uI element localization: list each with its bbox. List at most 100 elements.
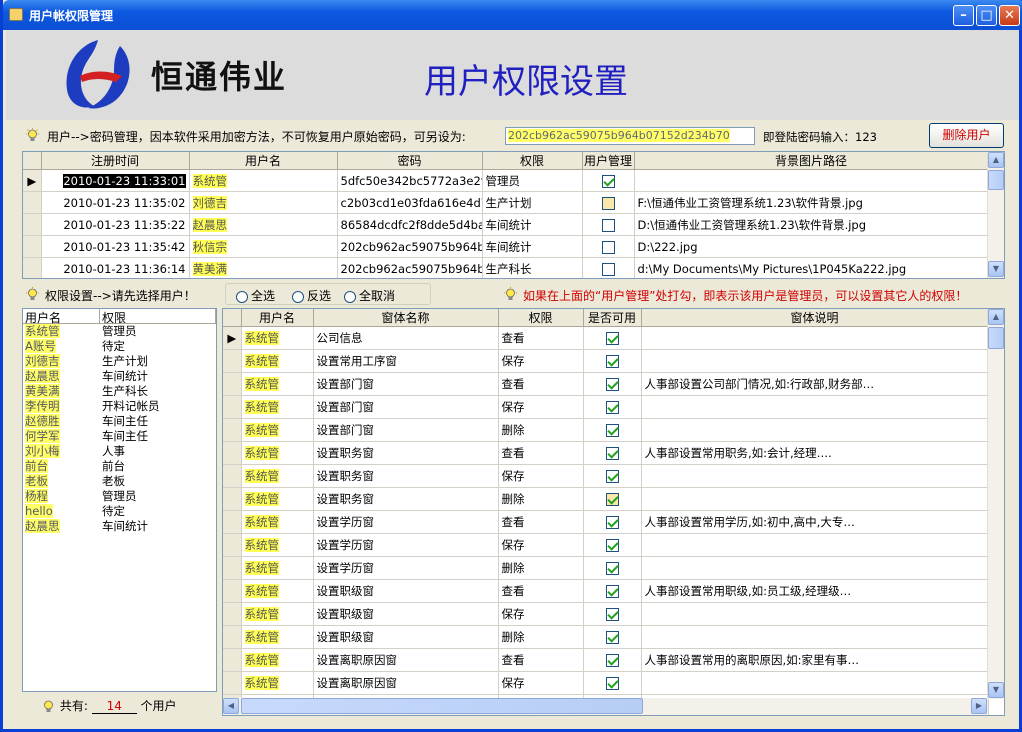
- cell-form-desc[interactable]: 人事部设置常用的离职原因,如:家里有事…: [641, 648, 989, 672]
- scroll-right-icon[interactable]: ▶: [971, 698, 987, 714]
- col-form-name[interactable]: 窗体名称: [313, 309, 499, 327]
- col-enabled[interactable]: 是否可用: [583, 309, 642, 327]
- title-bar[interactable]: 用户帐权限管理 – □ ✕: [3, 0, 1022, 30]
- users-grid-scrollbar[interactable]: ▲ ▼: [987, 152, 1004, 278]
- scroll-left-icon[interactable]: ◀: [223, 698, 239, 714]
- cell-username[interactable]: 刘德吉: [189, 191, 338, 214]
- permissions-grid[interactable]: 用户名 窗体名称 权限 是否可用 窗体说明 ▶ 系统管 公司信息 查看 系统管 设置常用工…: [222, 308, 1005, 716]
- cell-register-time[interactable]: 2010-01-23 11:35:22: [41, 213, 190, 236]
- table-row[interactable]: 系统管 设置职务窗 查看 人事部设置常用职务,如:会计,经理….: [223, 441, 989, 465]
- scroll-down-icon[interactable]: ▼: [988, 261, 1004, 277]
- table-row[interactable]: 系统管 设置离职原因窗 保存: [223, 671, 989, 695]
- col-perm-user[interactable]: 用户名: [241, 309, 314, 327]
- cell-enabled-checkbox[interactable]: [583, 395, 642, 419]
- cell-form-name[interactable]: 设置部门窗: [313, 418, 499, 442]
- table-row[interactable]: 2010-01-23 11:35:42 秋信宗 202cb962ac59075b96…: [23, 235, 989, 258]
- row-selector[interactable]: [23, 191, 42, 214]
- table-row[interactable]: 系统管 设置离职原因窗 查看 人事部设置常用的离职原因,如:家里有事…: [223, 648, 989, 672]
- cell-form-name[interactable]: 设置职级窗: [313, 579, 499, 603]
- cell-password[interactable]: 86584dcdfc2f8dde5d4ba87: [337, 213, 483, 236]
- hscroll-thumb[interactable]: [241, 698, 643, 714]
- cell-form-name[interactable]: 设置部门窗: [313, 372, 499, 396]
- cell-form-desc[interactable]: 人事部设置公司部门情况,如:行政部,财务部…: [641, 372, 989, 396]
- cell-form-desc[interactable]: [641, 625, 989, 649]
- radio-invert[interactable]: 反选: [292, 287, 331, 304]
- col-register-time[interactable]: 注册时间: [41, 152, 190, 170]
- table-row[interactable]: 系统管 设置职务窗 删除: [223, 487, 989, 511]
- cell-perm-user[interactable]: 系统管: [241, 556, 314, 580]
- cell-form-desc[interactable]: [641, 533, 989, 557]
- cell-permission[interactable]: 保存: [498, 533, 584, 557]
- cell-perm-user[interactable]: 系统管: [241, 418, 314, 442]
- cell-admin-checkbox[interactable]: [582, 213, 635, 236]
- cell-enabled-checkbox[interactable]: [583, 533, 642, 557]
- table-row[interactable]: 系统管 设置学历窗 保存: [223, 533, 989, 557]
- cell-form-name[interactable]: 设置职级窗: [313, 625, 499, 649]
- cell-role[interactable]: 生产计划: [482, 191, 583, 214]
- cell-username[interactable]: 黄美满: [189, 257, 338, 278]
- cell-enabled-checkbox[interactable]: [583, 372, 642, 396]
- list-item[interactable]: 赵晨思 车间统计: [23, 519, 216, 534]
- row-selector[interactable]: [223, 579, 242, 603]
- row-selector[interactable]: [223, 372, 242, 396]
- cell-form-name[interactable]: 设置离职原因窗: [313, 671, 499, 695]
- cell-register-time[interactable]: 2010-01-23 11:33:01: [41, 169, 190, 192]
- list-item[interactable]: 黄美满 生产科长: [23, 384, 216, 399]
- cell-password[interactable]: c2b03cd1e03fda616e4d786: [337, 191, 483, 214]
- cell-bg-path[interactable]: d:\My Documents\My Pictures\1P045Ka222.j…: [634, 257, 989, 278]
- cell-enabled-checkbox[interactable]: [583, 625, 642, 649]
- col-user-admin[interactable]: 用户管理: [582, 152, 635, 170]
- cell-permission[interactable]: 保存: [498, 395, 584, 419]
- list-item[interactable]: 刘小梅 人事: [23, 444, 216, 459]
- table-row[interactable]: ▶ 2010-01-23 11:33:01 系统管 5dfc50e342bc5772a…: [23, 169, 989, 192]
- cell-enabled-checkbox[interactable]: [583, 510, 642, 534]
- table-row[interactable]: 系统管 设置学历窗 删除: [223, 556, 989, 580]
- cell-permission[interactable]: 查看: [498, 579, 584, 603]
- table-row[interactable]: 系统管 设置部门窗 保存: [223, 395, 989, 419]
- row-selector[interactable]: [223, 464, 242, 488]
- row-selector[interactable]: [223, 625, 242, 649]
- cell-enabled-checkbox[interactable]: [583, 349, 642, 373]
- row-selector[interactable]: [23, 235, 42, 258]
- row-selector[interactable]: [223, 510, 242, 534]
- list-item[interactable]: 系统管 管理员: [23, 324, 216, 339]
- col-permission[interactable]: 权限: [498, 309, 584, 327]
- user-list[interactable]: 用户名 权限 系统管 管理员 A账号 待定 刘德吉 生产计划 赵晨思 车间统计 黄美满 生产科长李…: [22, 308, 217, 692]
- cell-password[interactable]: 202cb962ac59075b964b071: [337, 235, 483, 258]
- cell-permission[interactable]: 删除: [498, 625, 584, 649]
- cell-enabled-checkbox[interactable]: [583, 579, 642, 603]
- cell-permission[interactable]: 查看: [498, 441, 584, 465]
- cell-permission[interactable]: 保存: [498, 602, 584, 626]
- cell-perm-user[interactable]: 系统管: [241, 602, 314, 626]
- table-row[interactable]: 系统管 设置职级窗 保存: [223, 602, 989, 626]
- row-selector[interactable]: [223, 533, 242, 557]
- cell-form-name[interactable]: 设置职级窗: [313, 602, 499, 626]
- cell-perm-user[interactable]: 系统管: [241, 625, 314, 649]
- close-icon[interactable]: ✕: [999, 5, 1020, 26]
- table-row[interactable]: ▶ 系统管 公司信息 查看: [223, 326, 989, 350]
- cell-username[interactable]: 秋信宗: [189, 235, 338, 258]
- maximize-icon[interactable]: □: [976, 5, 997, 26]
- cell-form-desc[interactable]: [641, 556, 989, 580]
- row-selector[interactable]: [223, 487, 242, 511]
- table-row[interactable]: 系统管 设置职级窗 删除: [223, 625, 989, 649]
- cell-enabled-checkbox[interactable]: [583, 326, 642, 350]
- cell-form-name[interactable]: 设置部门窗: [313, 395, 499, 419]
- row-selector[interactable]: ▶: [223, 326, 242, 350]
- cell-register-time[interactable]: 2010-01-23 11:35:02: [41, 191, 190, 214]
- cell-permission[interactable]: 删除: [498, 418, 584, 442]
- cell-perm-user[interactable]: 系统管: [241, 671, 314, 695]
- cell-permission[interactable]: 查看: [498, 648, 584, 672]
- cell-form-desc[interactable]: 人事部设置常用学历,如:初中,高中,大专…: [641, 510, 989, 534]
- table-row[interactable]: 2010-01-23 11:35:02 刘德吉 c2b03cd1e03fda616e…: [23, 191, 989, 214]
- row-selector[interactable]: [223, 441, 242, 465]
- col-form-desc[interactable]: 窗体说明: [641, 309, 989, 327]
- cell-perm-user[interactable]: 系统管: [241, 579, 314, 603]
- list-item[interactable]: 何学军 车间主任: [23, 429, 216, 444]
- list-item[interactable]: 赵晨思 车间统计: [23, 369, 216, 384]
- perm-grid-vscrollbar[interactable]: ▲ ▼: [987, 309, 1004, 699]
- cell-username[interactable]: 赵晨思: [189, 213, 338, 236]
- cell-admin-checkbox[interactable]: [582, 257, 635, 278]
- table-row[interactable]: 系统管 设置常用工序窗 保存: [223, 349, 989, 373]
- list-item[interactable]: A账号 待定: [23, 339, 216, 354]
